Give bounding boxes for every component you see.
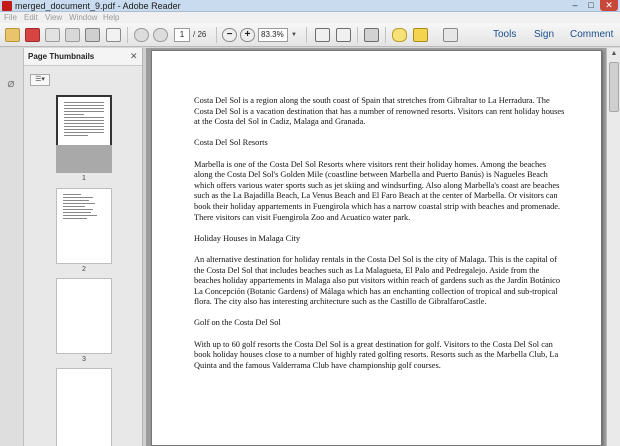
thumbnail-visible-area: [56, 145, 112, 173]
menu-view[interactable]: View: [45, 12, 62, 23]
tools-link[interactable]: Tools: [493, 28, 516, 42]
toolbar: 1 / 26 − + 83.3% ▼ Tools Sign Comment: [0, 23, 620, 47]
page-thumbnails-panel: Page Thumbnails ✕ ☰▾ 1 2 3: [24, 48, 142, 446]
section-heading-golf: Golf on the Costa Del Sol: [194, 318, 281, 328]
highlight-icon[interactable]: [413, 28, 428, 42]
close-panel-icon[interactable]: ✕: [130, 51, 138, 62]
section-heading-resorts: Costa Del Sol Resorts: [194, 138, 268, 148]
menu-window[interactable]: Window: [69, 12, 97, 23]
close-button[interactable]: ✕: [600, 0, 618, 11]
scroll-up-icon[interactable]: ▲: [607, 48, 620, 60]
thumbnail-label-1: 1: [82, 175, 86, 182]
sticky-note-icon[interactable]: [392, 28, 407, 42]
section-heading-malaga: Holiday Houses in Malaga City: [194, 233, 301, 243]
open-icon[interactable]: [5, 28, 20, 42]
options-menu-button[interactable]: ☰▾: [30, 74, 50, 86]
minimize-button[interactable]: –: [568, 0, 582, 11]
zoom-level-input[interactable]: 83.3%: [258, 28, 288, 42]
title-bar: merged_document_9.pdf - Adobe Reader – □…: [0, 0, 620, 12]
menu-edit[interactable]: Edit: [24, 12, 38, 23]
save-icon[interactable]: [65, 28, 80, 42]
full-screen-icon[interactable]: [336, 28, 351, 42]
intro-paragraph: Costa Del Sol is a region along the sout…: [194, 96, 565, 127]
zoom-in-icon[interactable]: +: [240, 28, 255, 42]
panel-header: Page Thumbnails ✕: [24, 48, 142, 66]
scrollbar-thumb[interactable]: [609, 62, 619, 112]
toolbar-separator: [306, 27, 307, 43]
edit-icon[interactable]: [45, 28, 60, 42]
toolbar-separator: [127, 27, 128, 43]
snapshot-icon[interactable]: [364, 28, 379, 42]
prev-page-icon[interactable]: [134, 28, 149, 42]
page-thumbnail-3[interactable]: [56, 278, 112, 354]
maximize-button[interactable]: □: [584, 0, 598, 11]
zoom-dropdown-icon[interactable]: ▼: [289, 28, 299, 42]
toolbar-separator: [216, 27, 217, 43]
golf-paragraph: With up to 60 golf resorts the Costa Del…: [194, 339, 559, 370]
pdf-page: Costa Del Sol is a region along the sout…: [151, 50, 602, 446]
navigation-strip: ⌀: [0, 48, 24, 446]
panel-title: Page Thumbnails: [28, 52, 95, 61]
vertical-scrollbar[interactable]: ▲: [606, 48, 620, 446]
resorts-paragraph: Marbella is one of the Costa Del Sol Res…: [194, 159, 561, 222]
menu-help[interactable]: Help: [103, 12, 119, 23]
toolbar-separator: [357, 27, 358, 43]
page-count: / 26: [193, 30, 207, 39]
page-content: Costa Del Sol is a region along the sout…: [194, 96, 566, 382]
page-thumbnail-4[interactable]: [56, 368, 112, 446]
thumbnail-label-2: 2: [82, 266, 86, 273]
thumbnail-label-3: 3: [82, 356, 86, 363]
sign-link[interactable]: Sign: [534, 28, 554, 42]
toolbar-separator: [385, 27, 386, 43]
next-page-icon[interactable]: [153, 28, 168, 42]
create-pdf-icon[interactable]: [25, 28, 40, 42]
window-title: merged_document_9.pdf - Adobe Reader: [15, 1, 181, 11]
attachment-icon[interactable]: ⌀: [5, 76, 17, 90]
page-thumbnail-2[interactable]: [56, 188, 112, 264]
malaga-paragraph: An alternative destination for holiday r…: [194, 254, 561, 307]
fit-page-icon[interactable]: [315, 28, 330, 42]
sign-icon[interactable]: [443, 28, 458, 42]
page-number-input[interactable]: 1: [174, 28, 190, 42]
document-viewer: Costa Del Sol is a region along the sout…: [146, 48, 620, 446]
adobe-reader-app-icon: [2, 1, 12, 11]
comment-link[interactable]: Comment: [570, 28, 613, 42]
menu-bar: File Edit View Window Help: [0, 12, 620, 23]
email-icon[interactable]: [106, 28, 121, 42]
print-icon[interactable]: [85, 28, 100, 42]
zoom-out-icon[interactable]: −: [222, 28, 237, 42]
menu-file[interactable]: File: [4, 12, 17, 23]
